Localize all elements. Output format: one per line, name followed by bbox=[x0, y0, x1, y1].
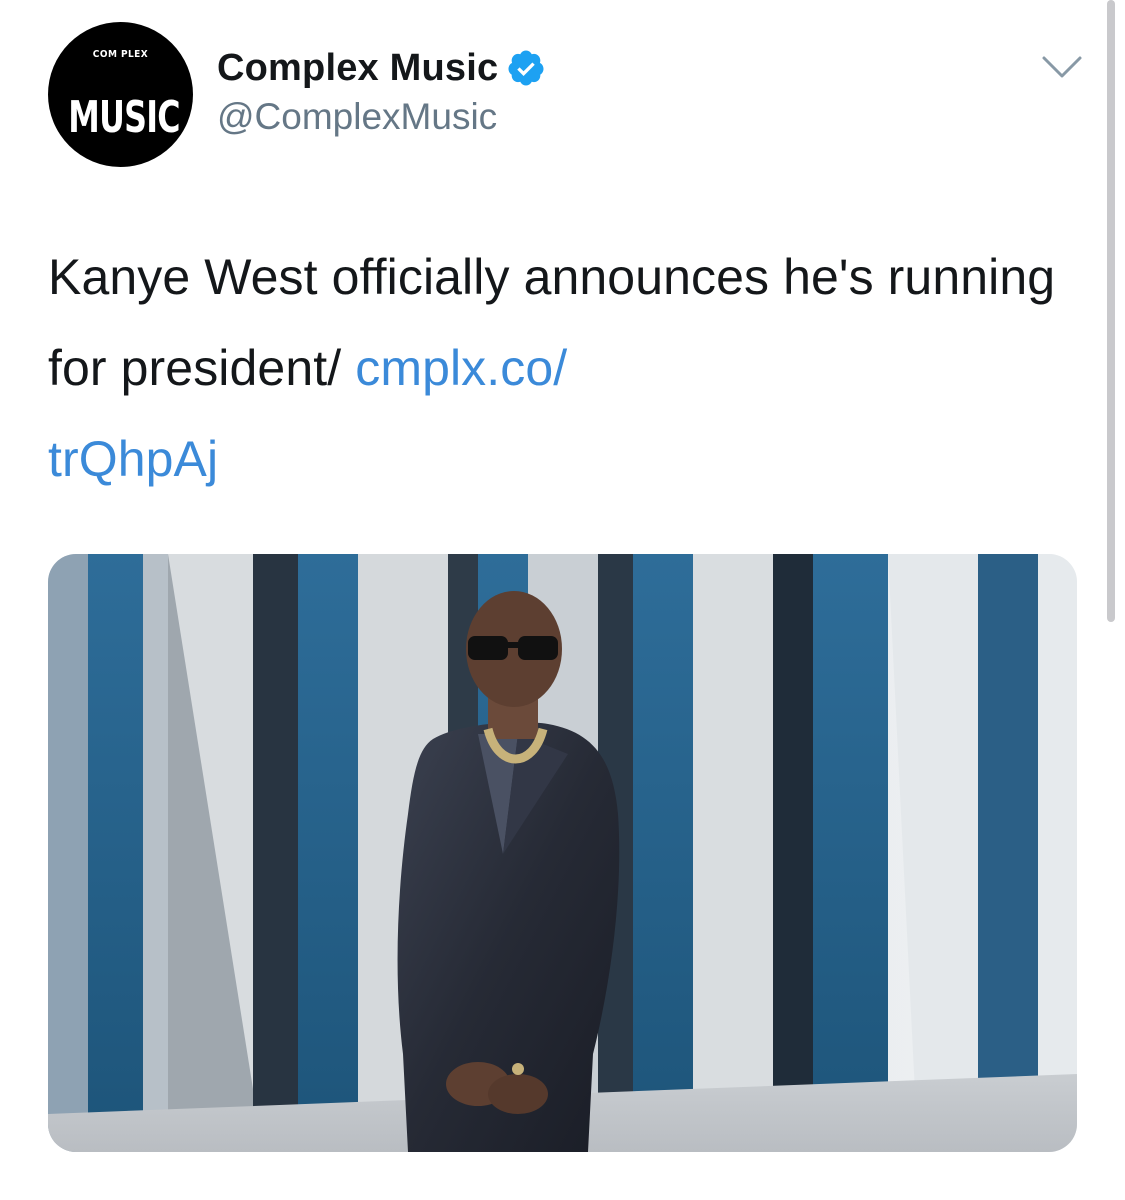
avatar[interactable]: COM PLEX MUSIC bbox=[48, 22, 193, 167]
author-name-row[interactable]: Complex Music bbox=[217, 42, 546, 94]
chevron-down-icon[interactable] bbox=[1040, 52, 1084, 82]
tweet-media-photo[interactable] bbox=[48, 554, 1077, 1152]
avatar-logo-top: COM PLEX bbox=[92, 49, 149, 60]
photo-media-icon bbox=[48, 554, 1077, 1152]
tweet-link-line1[interactable]: cmplx.co/ bbox=[355, 340, 567, 396]
author-handle[interactable]: @ComplexMusic bbox=[217, 96, 497, 138]
author-display-name[interactable]: Complex Music bbox=[217, 47, 498, 90]
scrollbar[interactable] bbox=[1107, 0, 1115, 622]
tweet-link-line2[interactable]: trQhpAj bbox=[48, 431, 218, 487]
avatar-logo-main: MUSIC bbox=[68, 92, 180, 143]
tweet-text: Kanye West officially announces he's run… bbox=[48, 232, 1088, 505]
verified-badge-icon bbox=[508, 50, 544, 86]
